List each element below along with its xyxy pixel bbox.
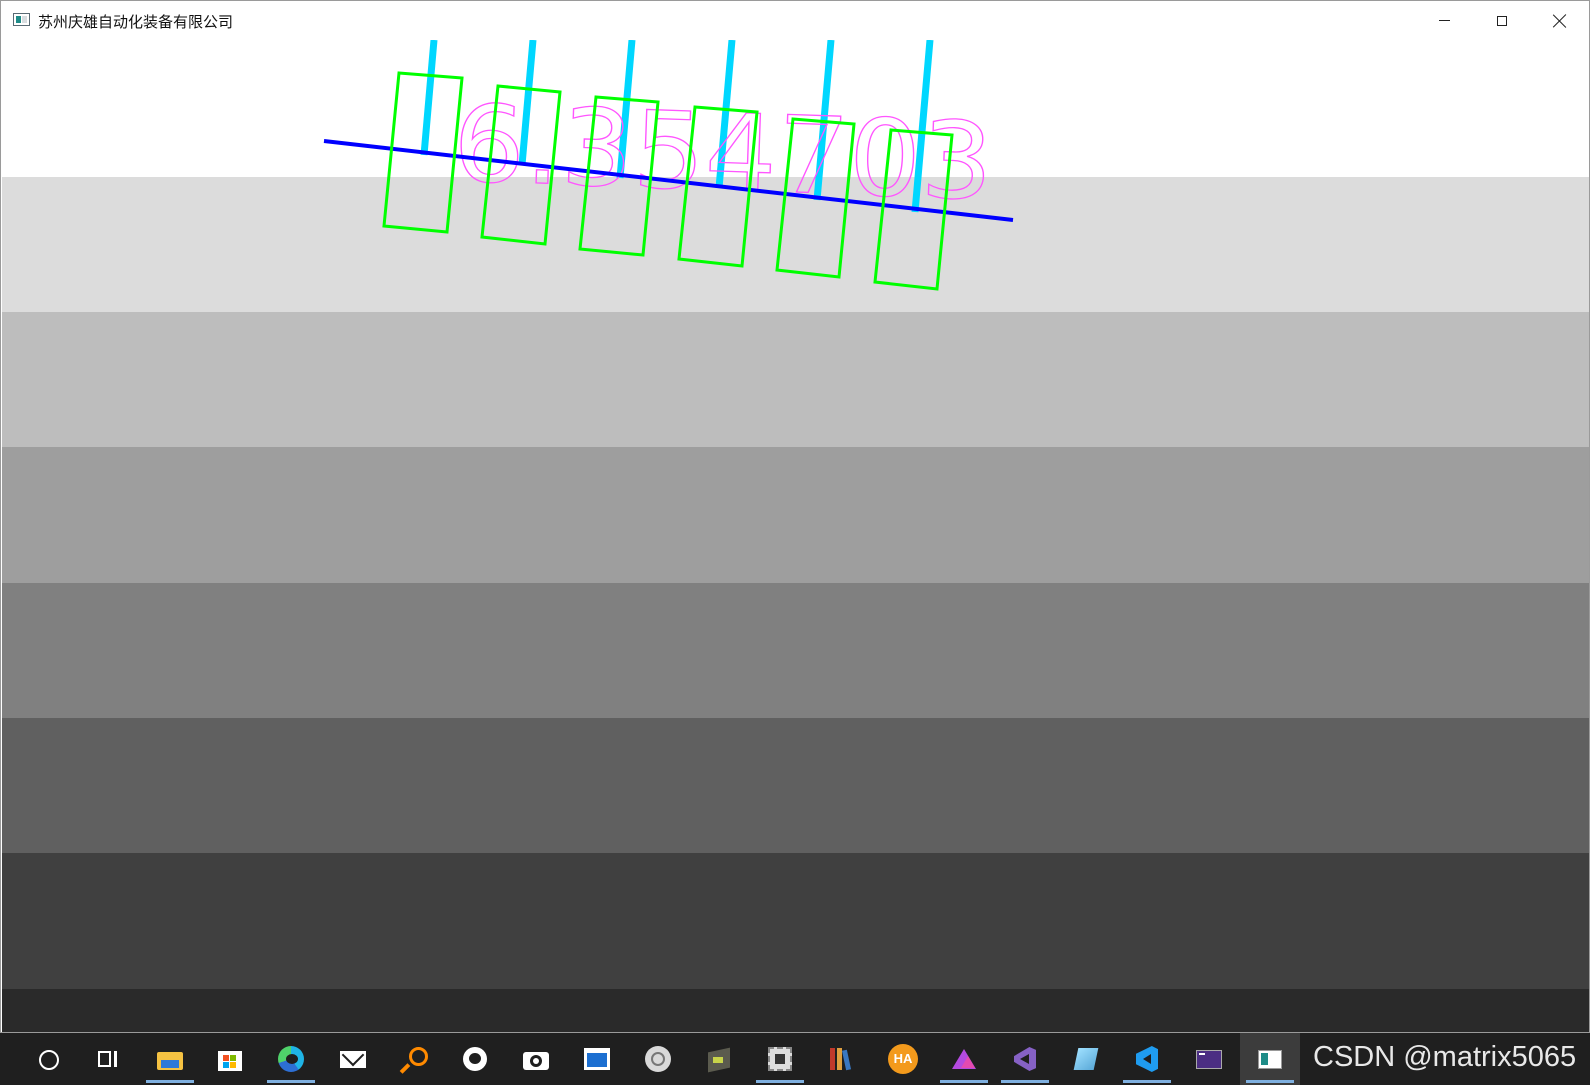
taskbar-current-app[interactable] xyxy=(1240,1033,1300,1085)
vscode-icon xyxy=(1132,1044,1162,1074)
running-indicator xyxy=(146,1080,194,1083)
ha-label: HA xyxy=(888,1044,918,1074)
chip-app-icon xyxy=(765,1044,795,1074)
minimize-button[interactable] xyxy=(1415,1,1473,40)
taskbar-file-explorer[interactable] xyxy=(140,1033,200,1085)
app-icon xyxy=(13,13,30,26)
3d-box-icon xyxy=(704,1044,734,1074)
search-tool-icon xyxy=(399,1044,429,1074)
taskbar-visual-studio[interactable] xyxy=(995,1033,1055,1085)
running-indicator xyxy=(1123,1080,1171,1083)
cyan-tick xyxy=(420,40,438,156)
taskbar-edge[interactable] xyxy=(261,1033,321,1085)
minimize-icon xyxy=(1438,20,1450,21)
taskbar-mail[interactable] xyxy=(323,1033,383,1085)
watermark: CSDN @matrix5065 xyxy=(1313,1041,1577,1073)
taskbar-chip-app[interactable] xyxy=(750,1033,810,1085)
books-icon xyxy=(826,1044,856,1074)
ha-icon: HA xyxy=(888,1044,918,1074)
taskbar-search[interactable] xyxy=(18,1033,78,1085)
taskbar-terminal[interactable] xyxy=(1179,1033,1239,1085)
image-canvas: 6.354703 xyxy=(2,40,1589,1032)
visual-studio-icon xyxy=(1010,1044,1040,1074)
running-indicator xyxy=(1001,1080,1049,1083)
terminal-icon xyxy=(1194,1044,1224,1074)
taskbar-store[interactable] xyxy=(200,1033,260,1085)
taskbar-settings-app[interactable] xyxy=(628,1033,688,1085)
triangle-app-icon xyxy=(949,1044,979,1074)
github-icon xyxy=(460,1044,490,1074)
close-button[interactable] xyxy=(1531,1,1589,40)
taskbar-notes[interactable] xyxy=(1056,1033,1116,1085)
taskbar-triangle-app[interactable] xyxy=(934,1033,994,1085)
running-indicator xyxy=(940,1080,988,1083)
taskbar-ha-app[interactable]: HA xyxy=(873,1033,933,1085)
running-indicator xyxy=(756,1080,804,1083)
app-window: 苏州庆雄自动化装备有限公司 6.354703 xyxy=(0,0,1590,1033)
title-bar[interactable]: 苏州庆雄自动化装备有限公司 xyxy=(1,1,1589,40)
taskbar-camera[interactable] xyxy=(506,1033,566,1085)
window-app-icon xyxy=(582,1044,612,1074)
taskbar-window-app[interactable] xyxy=(567,1033,627,1085)
running-indicator xyxy=(1246,1080,1294,1083)
search-circle-icon xyxy=(33,1044,63,1074)
window-title: 苏州庆雄自动化装备有限公司 xyxy=(38,13,234,31)
maximize-button[interactable] xyxy=(1473,1,1531,40)
camera-icon xyxy=(521,1044,551,1074)
store-icon xyxy=(215,1044,245,1074)
overlay-graphics: 6.354703 xyxy=(323,40,1014,291)
settings-app-icon xyxy=(643,1044,673,1074)
taskbar-3d-app[interactable] xyxy=(689,1033,749,1085)
file-explorer-icon xyxy=(155,1044,185,1074)
taskbar-search-tool[interactable] xyxy=(384,1033,444,1085)
notes-icon xyxy=(1071,1044,1101,1074)
close-icon xyxy=(1553,14,1567,28)
maximize-icon xyxy=(1497,15,1507,26)
running-indicator xyxy=(267,1080,315,1083)
task-view-icon xyxy=(93,1044,123,1074)
edge-icon xyxy=(276,1044,306,1074)
taskbar-vscode[interactable] xyxy=(1117,1033,1177,1085)
mail-icon xyxy=(338,1043,368,1074)
outlined-text: 6.354703 xyxy=(451,82,995,224)
taskbar-task-view[interactable] xyxy=(78,1033,138,1085)
taskbar-books[interactable] xyxy=(811,1033,871,1085)
current-app-icon xyxy=(1255,1044,1285,1074)
taskbar-github[interactable] xyxy=(445,1033,505,1085)
